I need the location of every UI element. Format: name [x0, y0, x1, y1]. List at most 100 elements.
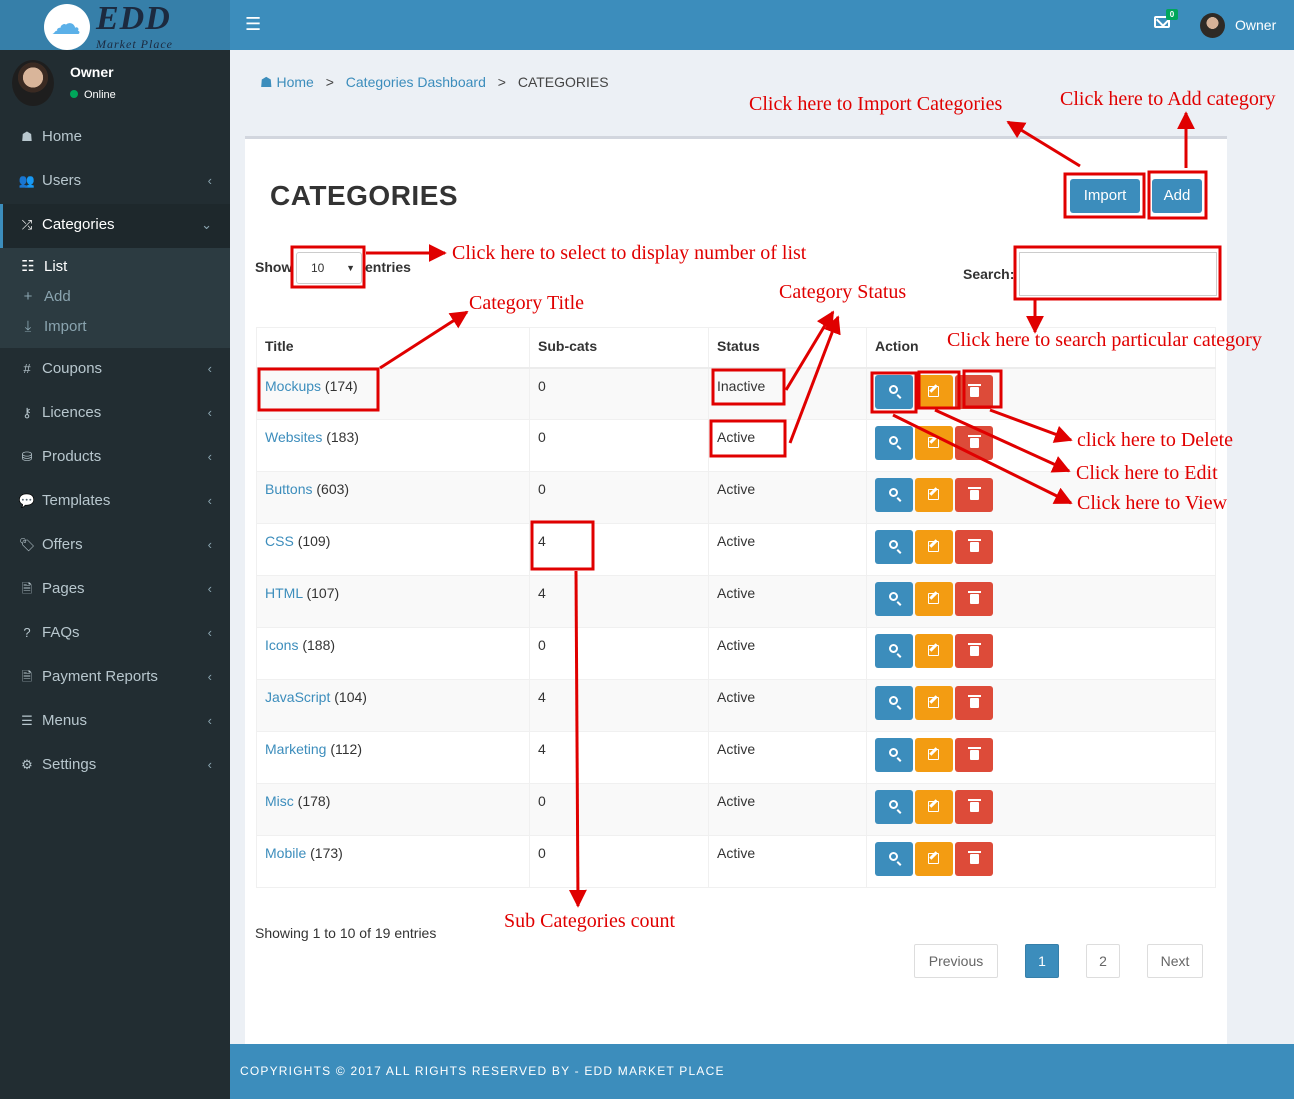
column-title[interactable]: Title	[256, 327, 530, 369]
page-size-select[interactable]: 10 ▼	[296, 252, 362, 284]
edit-button[interactable]	[915, 426, 953, 460]
cell-status: Active	[708, 835, 867, 888]
submenu-item-add[interactable]: + Add	[0, 282, 230, 312]
view-button[interactable]	[875, 374, 913, 409]
comment-icon: 💬	[18, 493, 36, 508]
pagination-next[interactable]: Next	[1147, 944, 1203, 978]
edit-button[interactable]	[915, 790, 953, 824]
breadcrumb-dashboard[interactable]: Categories Dashboard	[346, 74, 486, 90]
chevron-left-icon: ‹	[207, 581, 212, 596]
tags-icon: 🏷	[18, 537, 36, 552]
sidebar-item-label: Settings	[42, 756, 97, 773]
category-count: (104)	[334, 689, 367, 705]
sidebar-item-faqs[interactable]: ? FAQs ‹	[0, 612, 230, 656]
cell-title: Icons (188)	[256, 627, 530, 680]
table-row: Icons (188) 0 Active	[256, 627, 1216, 680]
view-button[interactable]	[875, 686, 913, 720]
sidebar-item-label: Categories	[42, 216, 115, 233]
chevron-left-icon: ‹	[207, 757, 212, 772]
delete-button[interactable]	[955, 426, 993, 460]
category-title-link[interactable]: Icons	[265, 637, 298, 653]
edit-button[interactable]	[915, 374, 953, 409]
trash-icon	[968, 695, 981, 708]
sidebar-item-menus[interactable]: ☰ Menus ‹	[0, 700, 230, 744]
edit-icon	[928, 645, 939, 656]
pagination-previous[interactable]: Previous	[914, 944, 998, 978]
sidebar-item-home[interactable]: ☗ Home	[0, 116, 230, 160]
view-button[interactable]	[875, 530, 913, 564]
cell-action	[866, 835, 1216, 888]
edit-button[interactable]	[915, 478, 953, 512]
delete-button[interactable]	[955, 842, 993, 876]
sidebar-item-offers[interactable]: 🏷 Offers ‹	[0, 524, 230, 568]
hamburger-icon[interactable]: ☰	[245, 14, 261, 35]
category-title-link[interactable]: HTML	[265, 585, 303, 601]
download-icon: ⤓	[24, 318, 32, 335]
header-avatar[interactable]	[1200, 13, 1225, 38]
delete-button[interactable]	[955, 686, 993, 720]
edit-button[interactable]	[915, 530, 953, 564]
category-title-link[interactable]: JavaScript	[265, 689, 330, 705]
delete-button[interactable]	[955, 374, 993, 409]
edit-icon	[928, 437, 939, 448]
delete-button[interactable]	[955, 582, 993, 616]
column-status[interactable]: Status	[708, 327, 867, 369]
category-title-link[interactable]: Mockups	[265, 378, 321, 394]
categories-table: Title Sub-cats Status Action Mockups (17…	[256, 327, 1216, 888]
category-title-link[interactable]: CSS	[265, 533, 294, 549]
sidebar-item-categories[interactable]: ⤮ Categories ⌄	[0, 204, 230, 248]
sidebar-item-products[interactable]: ⛁ Products ‹	[0, 436, 230, 480]
cell-subcats: 0	[529, 367, 709, 420]
category-title-link[interactable]: Websites	[265, 429, 322, 445]
chevron-left-icon: ‹	[207, 537, 212, 552]
category-title-link[interactable]: Mobile	[265, 845, 306, 861]
sidebar-item-users[interactable]: 👥 Users ‹	[0, 160, 230, 204]
chevron-left-icon: ‹	[207, 449, 212, 464]
view-button[interactable]	[875, 790, 913, 824]
trash-icon	[968, 747, 981, 760]
submenu-item-list[interactable]: ☷ List	[0, 252, 230, 282]
sidebar-item-payment-reports[interactable]: 🗎 Payment Reports ‹	[0, 656, 230, 700]
header-user-name[interactable]: Owner	[1235, 17, 1276, 33]
search-icon	[889, 384, 898, 394]
import-button[interactable]: Import	[1070, 179, 1140, 213]
column-subcats[interactable]: Sub-cats	[529, 327, 709, 369]
sidebar-item-licences[interactable]: ⚷ Licences ‹	[0, 392, 230, 436]
search-input[interactable]	[1019, 252, 1217, 296]
list-icon: ☷	[21, 258, 35, 275]
view-button[interactable]	[875, 426, 913, 460]
cell-action	[866, 367, 1216, 420]
category-title-link[interactable]: Misc	[265, 793, 294, 809]
delete-button[interactable]	[955, 634, 993, 668]
category-title-link[interactable]: Buttons	[265, 481, 312, 497]
logo[interactable]: ☁ EDD Market Place	[0, 0, 230, 51]
sidebar-item-pages[interactable]: 🗎 Pages ‹	[0, 568, 230, 612]
delete-button[interactable]	[955, 478, 993, 512]
sidebar-item-settings[interactable]: ⚙ Settings ‹	[0, 744, 230, 788]
delete-button[interactable]	[955, 790, 993, 824]
cell-action	[866, 627, 1216, 680]
edit-button[interactable]	[915, 738, 953, 772]
view-button[interactable]	[875, 842, 913, 876]
delete-button[interactable]	[955, 530, 993, 564]
view-button[interactable]	[875, 478, 913, 512]
submenu-item-import[interactable]: ⤓ Import	[0, 312, 230, 342]
edit-button[interactable]	[915, 634, 953, 668]
edit-button[interactable]	[915, 842, 953, 876]
view-button[interactable]	[875, 582, 913, 616]
page-size-value: 10	[311, 261, 325, 275]
view-button[interactable]	[875, 634, 913, 668]
edit-button[interactable]	[915, 582, 953, 616]
pagination-page-2[interactable]: 2	[1086, 944, 1120, 978]
view-button[interactable]	[875, 738, 913, 772]
delete-button[interactable]	[955, 738, 993, 772]
category-title-link[interactable]: Marketing	[265, 741, 326, 757]
file-icon: 🗎	[21, 581, 33, 596]
breadcrumb-home[interactable]: ☗ Home	[260, 74, 314, 90]
sidebar-item-templates[interactable]: 💬 Templates ‹	[0, 480, 230, 524]
edit-button[interactable]	[915, 686, 953, 720]
pagination-page-1[interactable]: 1	[1025, 944, 1059, 978]
sidebar-item-coupons[interactable]: # Coupons ‹	[0, 348, 230, 392]
shuffle-icon: ⤮	[21, 217, 33, 232]
add-button[interactable]: Add	[1152, 179, 1202, 213]
